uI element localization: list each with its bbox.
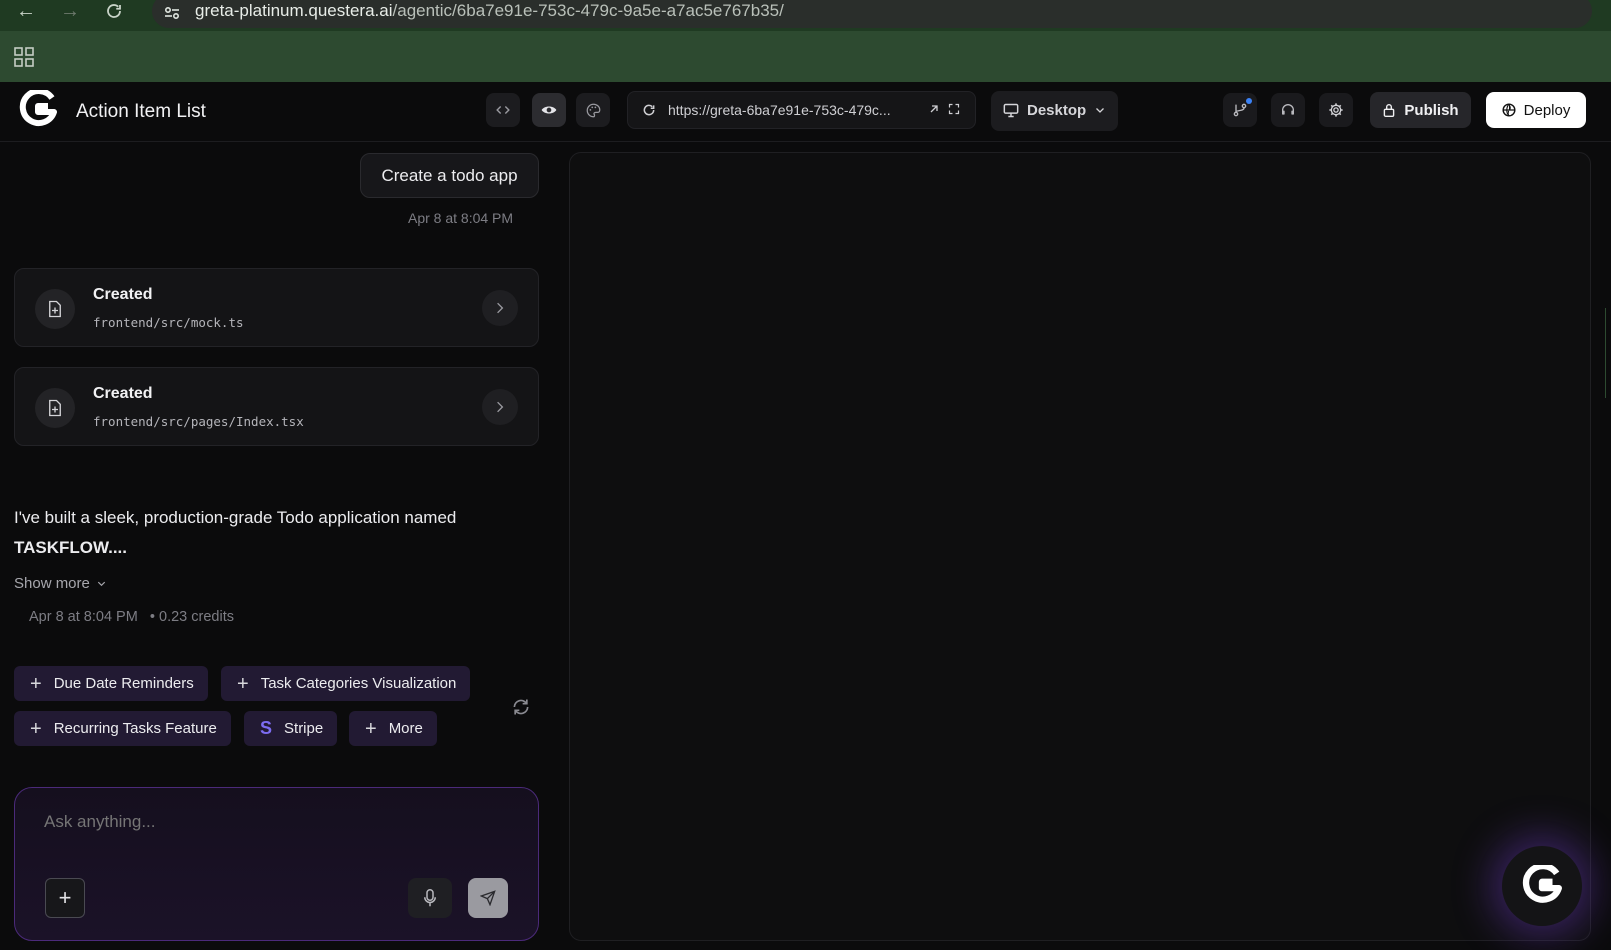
code-view-button[interactable] bbox=[486, 93, 520, 127]
refresh-suggestions-icon[interactable] bbox=[511, 697, 531, 717]
attach-button[interactable]: + bbox=[45, 878, 85, 918]
gear-icon bbox=[1329, 103, 1343, 117]
chat-composer: + bbox=[14, 787, 539, 941]
microphone-icon bbox=[424, 889, 436, 907]
file-action-label: Created bbox=[93, 286, 153, 303]
site-settings-icon[interactable] bbox=[162, 3, 182, 23]
device-selector-label: Desktop bbox=[1027, 102, 1087, 119]
plus-icon: + bbox=[30, 717, 42, 740]
file-plus-icon bbox=[35, 289, 75, 329]
suggestion-chip[interactable]: + Task Categories Visualization bbox=[221, 666, 471, 701]
assistant-message: I've built a sleek, production-grade Tod… bbox=[14, 503, 514, 563]
url-path: /agentic/6ba7e91e-753c-479c-9a5e-a7ac5e7… bbox=[392, 1, 784, 20]
file-path: frontend/src/pages/Index.tsx bbox=[93, 414, 304, 429]
refresh-preview-icon[interactable] bbox=[642, 103, 656, 117]
greta-assistant-button[interactable] bbox=[1502, 846, 1582, 926]
git-branch-icon bbox=[1233, 103, 1247, 117]
address-url[interactable]: greta-platinum.questera.ai/agentic/6ba7e… bbox=[195, 1, 784, 21]
notification-dot bbox=[1246, 98, 1252, 104]
globe-icon bbox=[1502, 103, 1516, 117]
chevron-down-icon bbox=[97, 581, 106, 587]
stripe-logo-icon: S bbox=[260, 718, 273, 738]
file-action-label: Created bbox=[93, 385, 153, 402]
suggestion-label: More bbox=[388, 720, 423, 737]
design-view-button[interactable] bbox=[576, 93, 610, 127]
reload-icon[interactable] bbox=[100, 0, 128, 24]
file-action-card[interactable]: Created frontend/src/pages/Index.tsx bbox=[14, 367, 539, 446]
palette-icon bbox=[586, 103, 600, 117]
greta-logo-icon bbox=[1522, 865, 1562, 903]
suggestion-label: Due Date Reminders bbox=[53, 675, 194, 692]
apps-grid-icon[interactable] bbox=[14, 47, 34, 67]
greta-logo-icon[interactable] bbox=[18, 90, 58, 130]
app-preview-frame[interactable] bbox=[569, 152, 1591, 941]
suggestion-chip-more[interactable]: + More bbox=[349, 711, 437, 746]
support-button[interactable] bbox=[1271, 93, 1305, 127]
send-button[interactable] bbox=[468, 878, 508, 918]
show-more-label: Show more bbox=[14, 575, 90, 592]
chevron-right-icon[interactable] bbox=[482, 290, 518, 326]
window-edge bbox=[1605, 308, 1611, 398]
headset-icon bbox=[1282, 104, 1294, 115]
code-icon bbox=[496, 106, 510, 114]
settings-button[interactable] bbox=[1319, 93, 1353, 127]
assistant-app-name: TASKFLOW.... bbox=[14, 538, 128, 557]
open-external-icon[interactable] bbox=[928, 103, 940, 115]
browser-toolbar: ← → greta-platinum.questera.ai/agentic/6… bbox=[0, 0, 1611, 31]
assistant-message-timestamp: Apr 8 at 8:04 PM bbox=[29, 609, 138, 625]
monitor-icon bbox=[1003, 103, 1019, 118]
forward-arrow-icon[interactable]: → bbox=[56, 0, 84, 24]
assistant-message-text: I've built a sleek, production-grade Tod… bbox=[14, 508, 457, 527]
suggestion-label: Recurring Tasks Feature bbox=[53, 720, 217, 737]
plus-icon: + bbox=[237, 672, 249, 695]
publish-button[interactable]: Publish bbox=[1370, 92, 1471, 128]
project-title[interactable]: Action Item List bbox=[76, 101, 206, 123]
file-path: frontend/src/mock.ts bbox=[93, 315, 244, 330]
suggestion-label: Stripe bbox=[284, 720, 324, 737]
back-arrow-icon[interactable]: ← bbox=[12, 0, 40, 24]
voice-input-button[interactable] bbox=[408, 878, 452, 918]
file-plus-icon bbox=[35, 388, 75, 428]
user-message-bubble: Create a todo app bbox=[360, 153, 539, 198]
chevron-down-icon bbox=[1096, 108, 1104, 113]
user-message-timestamp: Apr 8 at 8:04 PM bbox=[408, 210, 514, 226]
show-more-button[interactable]: Show more bbox=[14, 575, 107, 592]
eye-icon bbox=[541, 106, 557, 114]
preview-url-text[interactable]: https://greta-6ba7e91e-753c-479c... bbox=[668, 102, 891, 118]
suggestion-label: Task Categories Visualization bbox=[260, 675, 457, 692]
deploy-button[interactable]: Deploy bbox=[1486, 92, 1586, 128]
credits-used: • 0.23 credits bbox=[149, 609, 234, 625]
app-header: Action Item List https://greta-6ba7e91e-… bbox=[0, 82, 1611, 142]
suggestion-chip[interactable]: + Due Date Reminders bbox=[14, 666, 208, 701]
lock-icon bbox=[1384, 103, 1395, 117]
plus-icon: + bbox=[30, 672, 42, 695]
assistant-message-meta: Apr 8 at 8:04 PM • 0.23 credits bbox=[29, 609, 234, 625]
bookmarks-bar bbox=[0, 31, 1611, 82]
suggestion-chip-stripe[interactable]: S Stripe bbox=[244, 711, 338, 746]
publish-label: Publish bbox=[1404, 101, 1459, 119]
suggestion-chip[interactable]: + Recurring Tasks Feature bbox=[14, 711, 231, 746]
version-control-button[interactable] bbox=[1223, 93, 1257, 127]
chevron-right-icon[interactable] bbox=[482, 389, 518, 425]
chat-input[interactable] bbox=[44, 812, 504, 832]
fullscreen-icon[interactable] bbox=[948, 103, 960, 115]
address-bar[interactable]: greta-platinum.questera.ai/agentic/6ba7e… bbox=[152, 0, 1592, 28]
file-action-card[interactable]: Created frontend/src/mock.ts bbox=[14, 268, 539, 347]
send-icon bbox=[480, 890, 496, 906]
url-host: greta-platinum.questera.ai bbox=[195, 1, 393, 20]
deploy-label: Deploy bbox=[1523, 101, 1571, 119]
preview-view-button[interactable] bbox=[532, 93, 566, 127]
preview-url-bar: https://greta-6ba7e91e-753c-479c... bbox=[627, 91, 976, 129]
device-selector[interactable]: Desktop bbox=[991, 91, 1118, 131]
plus-icon: + bbox=[365, 717, 377, 740]
plus-icon: + bbox=[58, 885, 72, 910]
